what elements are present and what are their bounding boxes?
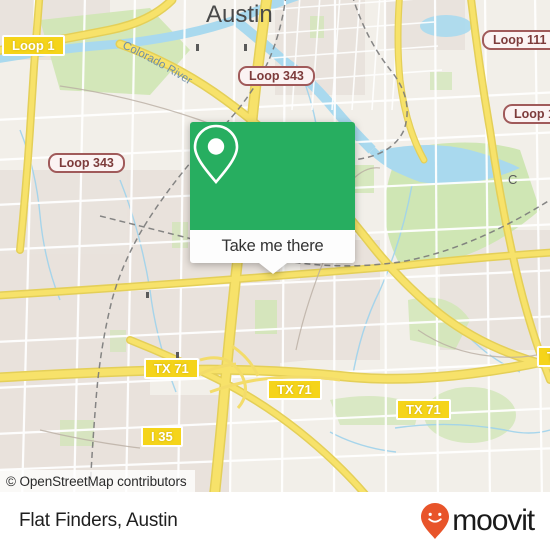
popup-pointer xyxy=(258,263,287,274)
attribution-text: © OpenStreetMap contributors xyxy=(6,473,187,489)
route-shield-loop-343: Loop 343 xyxy=(48,153,125,173)
map-attribution[interactable]: © OpenStreetMap contributors xyxy=(0,470,195,492)
place-title: Flat Finders, Austin xyxy=(19,510,178,531)
take-me-there-label: Take me there xyxy=(221,237,324,255)
moovit-smiley-pin-icon xyxy=(421,503,450,539)
route-shield-loop-1: Loop 1 xyxy=(2,35,65,56)
moovit-wordmark: moovit xyxy=(452,504,535,537)
screenshot-root: Austin Colorado River C Loop 1 Loop 343 Lo… xyxy=(0,0,550,550)
route-shield-tx-71: TX 71 xyxy=(267,379,322,400)
map-canvas[interactable]: Austin Colorado River C Loop 1 Loop 343 Lo… xyxy=(0,0,550,492)
map-label-edge: C xyxy=(508,172,517,187)
route-shield-tx-71: TX 71 xyxy=(537,346,550,367)
route-shield-loop-343: Loop 343 xyxy=(238,66,315,86)
route-shield-loop-111: Loop 111 xyxy=(503,104,550,124)
bottom-info-bar: Flat Finders, Austin moovit xyxy=(0,492,550,550)
route-shield-tx-71: TX 71 xyxy=(396,399,451,420)
location-popup-card[interactable]: Take me there xyxy=(190,122,355,274)
route-shield-tx-71: TX 71 xyxy=(144,358,199,379)
route-shield-loop-111: Loop 111 xyxy=(482,30,550,50)
take-me-there-button[interactable]: Take me there xyxy=(190,230,355,263)
route-shield-i-35: I 35 xyxy=(141,426,183,447)
map-pin-icon xyxy=(193,124,239,185)
moovit-logo[interactable]: moovit xyxy=(420,502,535,540)
popup-marker-area xyxy=(190,122,355,230)
map-label-city: Austin xyxy=(206,1,273,28)
